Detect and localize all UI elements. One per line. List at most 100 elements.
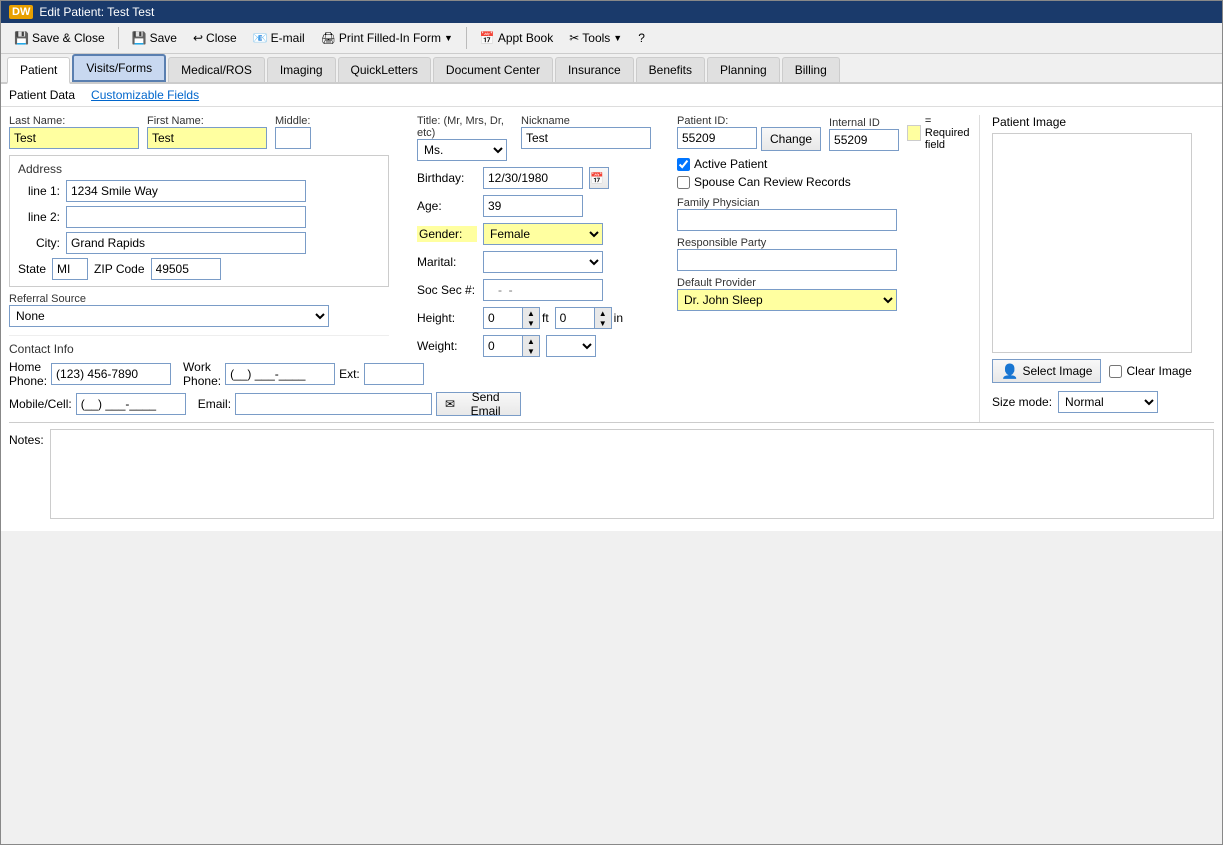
print-button[interactable]: 🖨 Print Filled-In Form ▼ <box>314 27 460 49</box>
sub-tab-customizable-fields[interactable]: Customizable Fields <box>91 88 199 102</box>
tab-quickletters[interactable]: QuickLetters <box>338 57 431 82</box>
tools-button[interactable]: ✂ Tools ▼ <box>562 27 629 49</box>
patient-image-label: Patient Image <box>992 115 1199 129</box>
gender-row: Gender: Female Male Other <box>417 223 651 245</box>
work-phone-input[interactable] <box>225 363 335 385</box>
last-name-input[interactable] <box>9 127 139 149</box>
first-name-input[interactable] <box>147 127 267 149</box>
close-button[interactable]: ↩ Close <box>186 27 244 49</box>
zip-label: ZIP Code <box>94 262 144 276</box>
tab-medical-ros[interactable]: Medical/ROS <box>168 57 265 82</box>
active-patient-checkbox[interactable] <box>677 158 690 171</box>
mobile-label: Mobile/Cell: <box>9 397 72 411</box>
tab-planning[interactable]: Planning <box>707 57 780 82</box>
email-input[interactable] <box>235 393 432 415</box>
gender-select[interactable]: Female Male Other <box>483 223 603 245</box>
city-input[interactable] <box>66 232 306 254</box>
address-line2-input[interactable] <box>66 206 306 228</box>
internal-id-input[interactable] <box>829 129 899 151</box>
sub-tab-bar: Patient Data Customizable Fields <box>1 84 1222 107</box>
height-ft-up[interactable]: ▲ <box>523 308 539 318</box>
tab-patient[interactable]: Patient <box>7 57 70 84</box>
tab-billing[interactable]: Billing <box>782 57 840 82</box>
weight-up[interactable]: ▲ <box>523 336 539 346</box>
sub-tab-patient-data[interactable]: Patient Data <box>9 88 75 102</box>
state-label: State <box>18 262 46 276</box>
spouse-review-row: Spouse Can Review Records <box>677 175 961 189</box>
mobile-input[interactable] <box>76 393 186 415</box>
soc-sec-row: Soc Sec #: <box>417 279 651 301</box>
save-button[interactable]: 💾 Save <box>125 27 184 49</box>
weight-input[interactable] <box>483 335 523 357</box>
marital-row: Marital: Single Married Divorced Widowed <box>417 251 651 273</box>
height-ft-group: ▲ ▼ ft <box>483 307 549 329</box>
change-button[interactable]: Change <box>761 127 821 151</box>
tab-document-center[interactable]: Document Center <box>433 57 553 82</box>
address-line1-row: line 1: <box>18 180 380 202</box>
default-provider-label: Default Provider <box>677 277 961 289</box>
active-patient-label: Active Patient <box>677 157 961 171</box>
zip-input[interactable] <box>151 258 221 280</box>
save-close-button[interactable]: 💾 Save & Close <box>7 27 112 49</box>
toolbar-separator-1 <box>118 27 119 49</box>
notes-textarea[interactable] <box>51 430 1213 518</box>
family-physician-input[interactable] <box>677 209 897 231</box>
height-ft-spinner: ▲ ▼ <box>483 307 540 329</box>
tab-insurance[interactable]: Insurance <box>555 57 634 82</box>
dw-logo: DW <box>9 5 33 19</box>
weight-unit-select[interactable] <box>546 335 596 357</box>
height-in-up[interactable]: ▲ <box>595 308 611 318</box>
window-title: Edit Patient: Test Test <box>39 5 154 19</box>
height-ft-input[interactable] <box>483 307 523 329</box>
nickname-input[interactable] <box>521 127 651 149</box>
appt-book-button[interactable]: 📅 Appt Book <box>473 27 560 49</box>
weight-down[interactable]: ▼ <box>523 346 539 356</box>
required-indicator: = Required field <box>907 115 976 151</box>
state-input[interactable] <box>52 258 88 280</box>
marital-select[interactable]: Single Married Divorced Widowed <box>483 251 603 273</box>
address-line1-input[interactable] <box>66 180 306 202</box>
home-phone-input[interactable] <box>51 363 171 385</box>
content-area: Last Name: First Name: Middle: <box>1 107 1222 531</box>
clear-image-checkbox[interactable] <box>1109 365 1122 378</box>
family-physician-label: Family Physician <box>677 197 961 209</box>
height-label: Height: <box>417 311 477 325</box>
age-input[interactable] <box>483 195 583 217</box>
tab-imaging[interactable]: Imaging <box>267 57 336 82</box>
spouse-review-checkbox[interactable] <box>677 176 690 189</box>
calendar-button[interactable]: 📅 <box>589 167 609 189</box>
height-ft-down[interactable]: ▼ <box>523 318 539 328</box>
patient-id-controls: Change <box>677 127 821 151</box>
height-in-input[interactable] <box>555 307 595 329</box>
birthday-label: Birthday: <box>417 171 477 185</box>
save-icon: 💾 <box>132 31 147 45</box>
referral-select[interactable]: None <box>9 305 329 327</box>
height-in-down[interactable]: ▼ <box>595 318 611 328</box>
default-provider-group: Default Provider Dr. John Sleep <box>677 277 961 311</box>
tab-visits-forms[interactable]: Visits/Forms <box>72 54 166 82</box>
middle-input[interactable] <box>275 127 311 149</box>
soc-sec-input[interactable] <box>483 279 603 301</box>
title-select[interactable]: Ms. <box>417 139 507 161</box>
height-row: Height: ▲ ▼ ft <box>417 307 651 329</box>
help-button[interactable]: ? <box>631 27 652 49</box>
height-in-spinner: ▲ ▼ <box>555 307 612 329</box>
contact-section: Contact Info Home Phone: Work Phone: Ext… <box>9 335 389 416</box>
patient-id-input[interactable] <box>677 127 757 149</box>
notes-container <box>50 429 1214 519</box>
responsible-party-input[interactable] <box>677 249 897 271</box>
work-phone-group: Work Phone: Ext: <box>183 360 424 388</box>
required-label: = Required field <box>925 115 976 151</box>
patient-id-label: Patient ID: <box>677 115 821 127</box>
height-in-group: ▲ ▼ in <box>555 307 623 329</box>
title-bar: DW Edit Patient: Test Test <box>1 1 1222 23</box>
email-button[interactable]: 📧 E-mail <box>246 27 312 49</box>
spouse-review-label: Spouse Can Review Records <box>677 175 961 189</box>
line1-label: line 1: <box>18 184 60 198</box>
first-name-group: First Name: <box>147 115 267 149</box>
tab-benefits[interactable]: Benefits <box>636 57 705 82</box>
default-provider-select[interactable]: Dr. John Sleep <box>677 289 897 311</box>
select-image-button[interactable]: 👤 Select Image <box>992 359 1101 383</box>
size-mode-select[interactable]: Normal Stretch Fit <box>1058 391 1158 413</box>
birthday-input[interactable] <box>483 167 583 189</box>
